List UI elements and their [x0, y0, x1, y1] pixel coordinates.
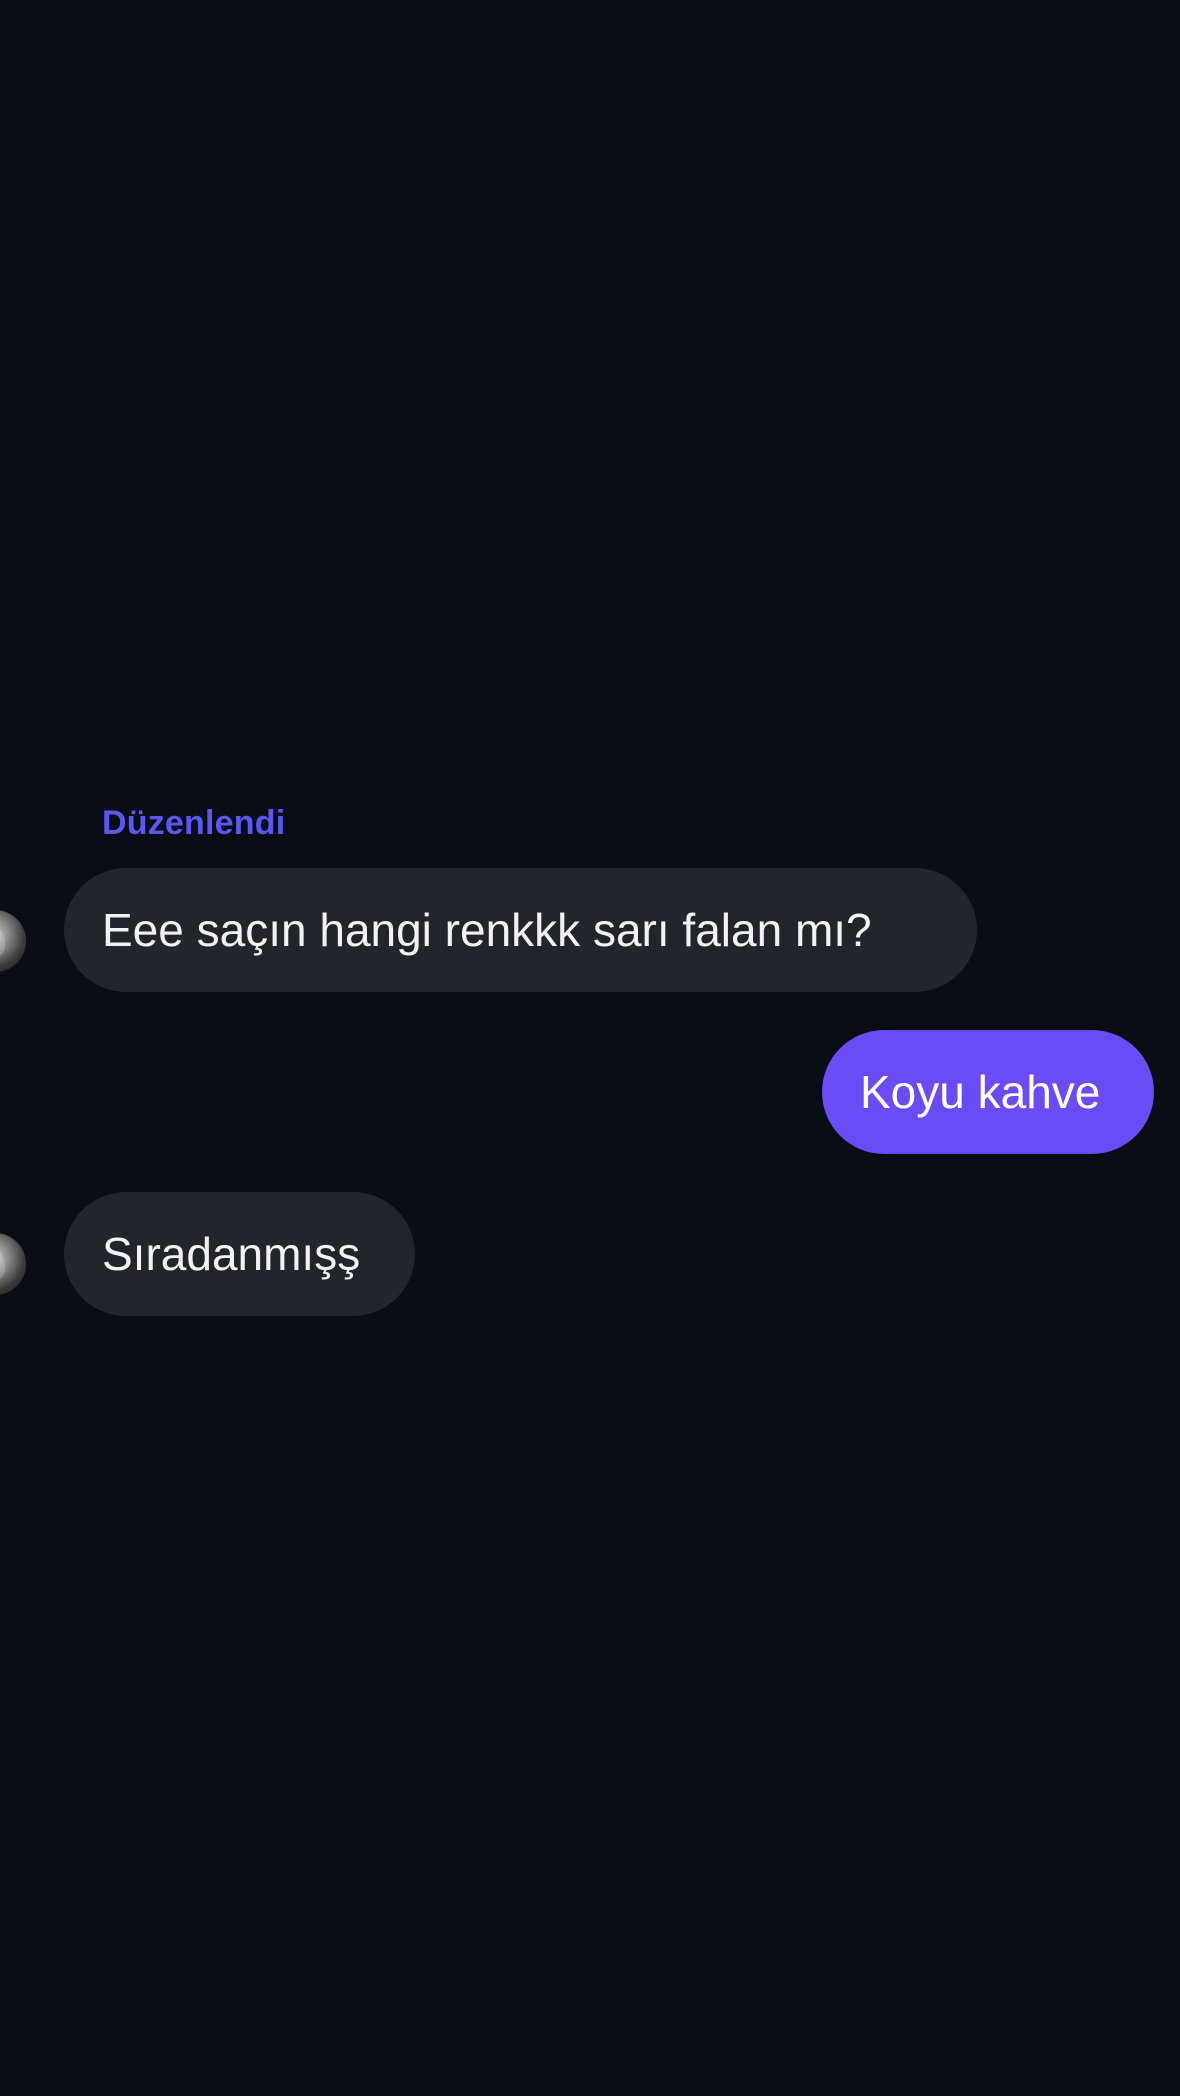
message-bubble-outgoing[interactable]: Koyu kahve	[822, 1030, 1154, 1154]
message-bubble-incoming[interactable]: Sıradanmışş	[64, 1192, 415, 1316]
edited-label: Düzenlendi	[102, 804, 286, 842]
chat-thread: Düzenlendi Eee saçın hangi renkkk sarı f…	[0, 0, 1180, 2096]
avatar[interactable]	[0, 910, 26, 972]
message-bubble-incoming[interactable]: Eee saçın hangi renkkk sarı falan mı?	[64, 868, 977, 992]
avatar[interactable]	[0, 1233, 26, 1295]
